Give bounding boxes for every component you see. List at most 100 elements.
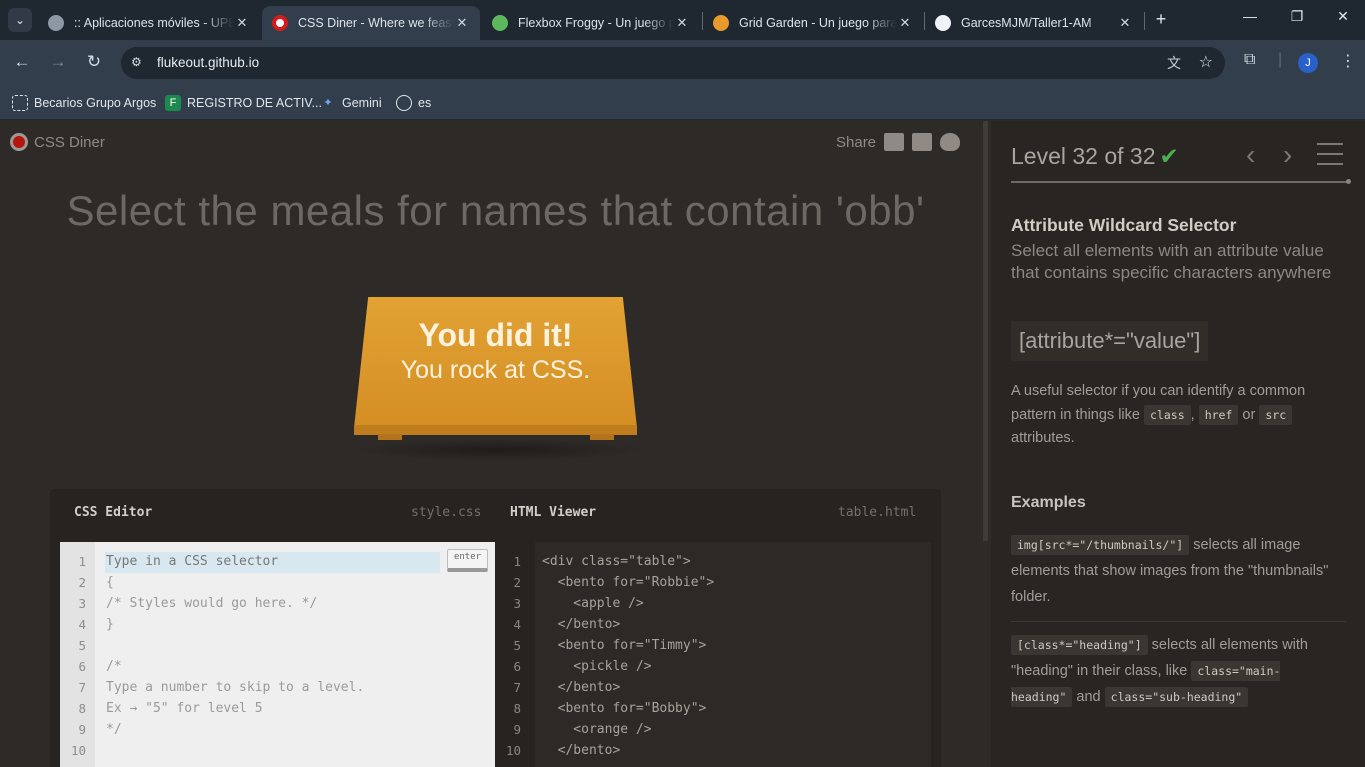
table-leg <box>378 434 402 440</box>
bookmark-es[interactable]: es <box>396 93 431 113</box>
facebook-icon[interactable] <box>912 133 933 151</box>
tab-title: :: Aplicaciones móviles - UPB <box>74 16 234 30</box>
line-number: 6 <box>513 659 521 674</box>
tab-title: Grid Garden - Un juego para aprender <box>739 16 897 30</box>
markup-line[interactable]: <bento for="Robbie"> <box>542 575 715 590</box>
toolbar-separator: | <box>1278 51 1283 68</box>
bookmark-gemini[interactable]: ✦ Gemini <box>320 93 381 113</box>
panel-divider[interactable] <box>981 121 991 767</box>
examples-title: Examples <box>1011 494 1086 511</box>
level-sidebar: Level 32 of 32 ✔ ‹ › Attribute Wildcard S… <box>991 121 1365 767</box>
close-icon[interactable]: ✕ <box>234 15 250 31</box>
forward-button[interactable]: → <box>46 52 70 72</box>
markup-line[interactable]: </bento> <box>542 617 621 632</box>
twitter-icon[interactable] <box>940 133 961 151</box>
markup-line[interactable]: <orange /> <box>542 722 651 737</box>
bookmark-becarios[interactable]: Becarios Grupo Argos <box>12 93 156 113</box>
code-href: href <box>1198 404 1239 425</box>
url-text: flukeout.github.io <box>157 55 260 70</box>
maximize-button[interactable]: ❐ <box>1282 8 1312 25</box>
site-info-icon[interactable]: ⚙ <box>131 55 147 71</box>
progress-dot <box>1346 179 1351 184</box>
reload-button[interactable]: ↻ <box>82 52 106 72</box>
close-icon[interactable]: ✕ <box>897 15 913 31</box>
bookmark-registro[interactable]: F REGISTRO DE ACTIV... <box>165 93 322 113</box>
example-code: img[src*="/thumbnails/"] <box>1011 535 1190 555</box>
line-number: 10 <box>70 743 86 758</box>
profile-avatar[interactable]: J <box>1298 53 1318 73</box>
tab-search-dropdown[interactable]: ⌄ <box>8 8 32 32</box>
next-level-icon[interactable]: › <box>1283 139 1292 171</box>
bookmarks-bar: Becarios Grupo Argos F REGISTRO DE ACTIV… <box>0 86 1365 120</box>
close-icon[interactable]: ✕ <box>674 15 690 31</box>
example-code: [class*="heading"] <box>1011 635 1148 655</box>
line-number: 5 <box>78 638 86 653</box>
close-icon[interactable]: ✕ <box>454 15 470 31</box>
code-line: Type a number to skip to a level. <box>106 680 365 695</box>
new-tab-button[interactable]: + <box>1150 8 1172 32</box>
hint-text: attributes. <box>1011 430 1075 446</box>
checkmark-icon: ✔ <box>1159 143 1179 169</box>
css-selector-input[interactable]: Type in a CSS selector <box>106 554 278 569</box>
level-indicator: Level 32 of 32 ✔ <box>1011 143 1179 170</box>
markup-line[interactable]: </bento> <box>542 680 621 695</box>
cssdiner-icon <box>272 15 288 31</box>
bookmark-label: es <box>418 96 432 110</box>
markup-line[interactable]: <bento for="Timmy"> <box>542 638 707 653</box>
order-instruction: Select the meals for names that contain … <box>66 187 925 234</box>
bookmark-star-icon[interactable]: ☆ <box>1199 52 1213 72</box>
address-bar[interactable]: ⚙ flukeout.github.io 文 ☆ <box>121 47 1225 79</box>
extensions-icon[interactable]: ⧉ <box>1244 51 1255 69</box>
css-diner-logo[interactable]: CSS Diner <box>10 133 105 151</box>
editor-panel: CSS Editor style.css HTML Viewer table.h… <box>50 489 941 767</box>
html-viewer-title: HTML Viewer <box>510 505 597 520</box>
markup-line[interactable]: <pickle /> <box>542 659 651 674</box>
line-number: 7 <box>513 680 521 695</box>
tab-aplicaciones[interactable]: :: Aplicaciones móviles - UPB ✕ <box>38 6 260 40</box>
tab-flexbox-froggy[interactable]: Flexbox Froggy - Un juego para aprender … <box>482 6 700 40</box>
example-code: class="sub-heading" <box>1104 687 1249 707</box>
example-1: img[src*="/thumbnails/"] selects all ima… <box>1011 532 1341 610</box>
selector-hint: A useful selector if you can identify a … <box>1011 380 1341 451</box>
tab-css-diner[interactable]: CSS Diner - Where we feast on CSS ✕ <box>262 6 480 40</box>
table-leg <box>590 434 614 440</box>
divider <box>1011 621 1346 622</box>
css-editor-filename: style.css <box>411 505 482 520</box>
frog-icon <box>492 15 508 31</box>
scroll-handle[interactable] <box>983 121 988 541</box>
line-number: 9 <box>78 722 86 737</box>
css-editor-title: CSS Editor <box>74 505 153 520</box>
translate-icon[interactable]: 文 <box>1167 53 1181 73</box>
markup-line[interactable]: <apple /> <box>542 596 643 611</box>
previous-level-icon[interactable]: ‹ <box>1246 139 1255 171</box>
markup-line[interactable]: <bento for="Bobby"> <box>542 701 707 716</box>
markup-line[interactable]: <div class="table"> <box>542 554 691 569</box>
html-viewer: 1 <div class="table"> 2 <bento for="Robbie… <box>495 542 931 767</box>
window-close-button[interactable]: ✕ <box>1328 8 1358 25</box>
minimize-button[interactable]: — <box>1235 8 1265 24</box>
code-line: /* <box>106 659 122 674</box>
code-class: class <box>1144 404 1191 425</box>
line-number: 6 <box>78 659 86 674</box>
back-button[interactable]: ← <box>10 52 34 72</box>
tab-title: GarcesMJM/Taller1-AM <box>961 16 1092 30</box>
example-text: and <box>1076 689 1101 705</box>
bracket-icon <box>12 95 28 111</box>
email-icon[interactable] <box>884 133 905 151</box>
html-viewer-filename: table.html <box>838 505 917 520</box>
browser-toolbar: ← → ↻ ⚙ flukeout.github.io 文 ☆ ⧉ | ⋮ <box>0 40 1365 86</box>
line-number: 1 <box>513 554 521 569</box>
logo-icon <box>10 133 28 151</box>
globe-icon <box>396 95 412 111</box>
level-menu-icon[interactable] <box>1317 143 1343 173</box>
enter-button[interactable]: enter <box>447 549 488 572</box>
code-line: { <box>106 575 114 590</box>
tab-title: CSS Diner - Where we feast on CSS <box>298 16 454 30</box>
close-icon[interactable]: ✕ <box>1117 15 1133 31</box>
line-number: 9 <box>513 722 521 737</box>
tab-grid-garden[interactable]: Grid Garden - Un juego para aprender ✕ <box>703 6 923 40</box>
markup-line[interactable]: </bento> <box>542 743 621 758</box>
tab-github[interactable]: GarcesMJM/Taller1-AM ✕ <box>925 6 1143 40</box>
menu-kebab-icon[interactable]: ⋮ <box>1340 51 1356 71</box>
share-label: Share <box>836 133 877 151</box>
